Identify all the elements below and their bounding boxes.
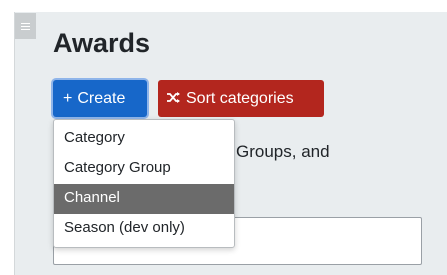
menu-item-category[interactable]: Category xyxy=(54,124,234,154)
menu-item-category-group[interactable]: Category Group xyxy=(54,154,234,184)
create-dropdown-menu: Category Category Group Channel Season (… xyxy=(53,119,235,248)
menu-item-season[interactable]: Season (dev only) xyxy=(54,214,234,244)
hamburger-icon xyxy=(21,21,30,32)
description-text: Groups, and xyxy=(236,142,330,161)
page-title: Awards xyxy=(53,28,151,58)
create-button-label: Create xyxy=(77,90,126,107)
plus-icon: + xyxy=(63,90,73,107)
sort-categories-label: Sort categories xyxy=(186,90,294,107)
menu-item-channel[interactable]: Channel xyxy=(54,184,234,214)
create-button[interactable]: + Create xyxy=(53,80,147,117)
shuffle-icon xyxy=(166,80,181,117)
sort-categories-button[interactable]: Sort categories xyxy=(158,80,324,117)
sidebar-toggle-button[interactable] xyxy=(15,13,36,39)
